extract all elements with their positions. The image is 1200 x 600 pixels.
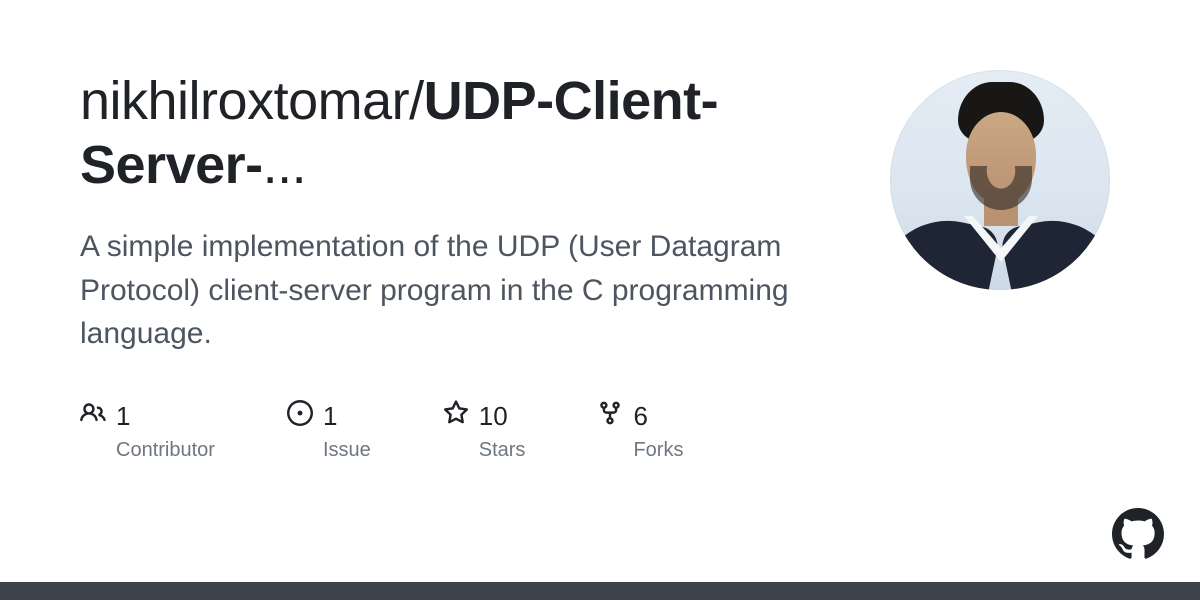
repo-social-card: nikhilroxtomar/UDP-Client-Server-... A s… <box>0 0 1200 462</box>
repo-description: A simple implementation of the UDP (User… <box>80 225 850 356</box>
forks-label: Forks <box>597 439 683 462</box>
issues-count: 1 <box>323 401 337 432</box>
contributors-label: Contributor <box>80 439 215 462</box>
stars-label: Stars <box>443 439 526 462</box>
repo-title: nikhilroxtomar/UDP-Client-Server-... <box>80 70 850 197</box>
owner-avatar-wrap <box>890 70 1110 290</box>
stat-contributors: 1 Contributor <box>80 400 215 462</box>
stars-count: 10 <box>479 401 508 432</box>
ellipsis: ... <box>263 135 307 195</box>
people-icon <box>80 400 106 433</box>
footer-accent-bar <box>0 582 1200 600</box>
owner-avatar <box>890 70 1110 290</box>
separator: / <box>409 71 424 131</box>
forks-count: 6 <box>633 401 647 432</box>
stat-forks: 6 Forks <box>597 400 683 462</box>
issues-label: Issue <box>287 439 371 462</box>
github-logo-icon <box>1112 508 1164 560</box>
repo-content: nikhilroxtomar/UDP-Client-Server-... A s… <box>80 70 850 462</box>
issue-icon <box>287 400 313 433</box>
stat-issues: 1 Issue <box>287 400 371 462</box>
fork-icon <box>597 400 623 433</box>
repo-stats: 1 Contributor 1 Issue 10 <box>80 400 850 462</box>
stat-stars: 10 Stars <box>443 400 526 462</box>
star-icon <box>443 400 469 433</box>
contributors-count: 1 <box>116 401 130 432</box>
repo-owner: nikhilroxtomar <box>80 71 409 131</box>
